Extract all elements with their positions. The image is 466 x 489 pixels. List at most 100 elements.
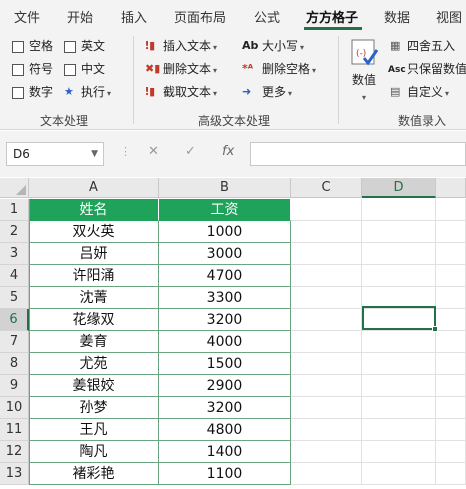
select-all-corner[interactable]	[0, 178, 29, 198]
table-cell[interactable]	[362, 463, 436, 485]
tab-file[interactable]: 文件	[14, 7, 40, 26]
row-header[interactable]: 9	[0, 375, 29, 397]
table-cell[interactable]	[291, 309, 362, 331]
table-cell[interactable]	[436, 397, 466, 419]
round-button[interactable]: 四舍五入	[407, 38, 455, 54]
tab-home[interactable]: 开始	[67, 7, 93, 26]
table-cell[interactable]: 3200	[159, 309, 291, 331]
extract-text-button[interactable]: 截取文本 ▾	[163, 84, 217, 102]
table-cell[interactable]: 4700	[159, 265, 291, 287]
fill-handle[interactable]	[432, 326, 438, 332]
table-cell[interactable]	[291, 221, 362, 243]
table-cell[interactable]	[291, 375, 362, 397]
column-header-c[interactable]: C	[291, 178, 362, 198]
table-cell[interactable]: 沈菁	[29, 287, 159, 309]
table-cell[interactable]	[291, 265, 362, 287]
table-cell[interactable]	[436, 221, 466, 243]
enter-icon[interactable]: ✓	[185, 144, 196, 159]
table-cell[interactable]: 1400	[159, 441, 291, 463]
table-cell[interactable]	[362, 265, 436, 287]
checkbox-space[interactable]	[12, 41, 24, 53]
table-cell[interactable]: 4000	[159, 331, 291, 353]
column-header-b[interactable]: B	[159, 178, 291, 198]
table-cell[interactable]: 3200	[159, 397, 291, 419]
row-header[interactable]: 3	[0, 243, 29, 265]
table-cell[interactable]	[291, 243, 362, 265]
table-cell[interactable]: 陶凡	[29, 441, 159, 463]
run-button[interactable]: 执行 ▾	[81, 84, 111, 102]
row-header[interactable]: 6	[0, 309, 29, 331]
tab-view[interactable]: 视图	[436, 7, 462, 26]
table-cell[interactable]	[436, 199, 466, 221]
table-cell[interactable]	[291, 331, 362, 353]
column-header-a[interactable]: A	[29, 178, 159, 198]
table-cell[interactable]: 姜银姣	[29, 375, 159, 397]
keep-numbers-button[interactable]: 只保留数值	[407, 61, 466, 77]
row-header[interactable]: 8	[0, 353, 29, 375]
more-button[interactable]: 更多 ▾	[262, 84, 292, 102]
table-cell[interactable]	[291, 397, 362, 419]
checkbox-english[interactable]	[64, 41, 76, 53]
table-cell[interactable]	[291, 353, 362, 375]
row-header[interactable]: 5	[0, 287, 29, 309]
table-cell[interactable]	[291, 199, 362, 221]
table-cell[interactable]	[362, 441, 436, 463]
column-header-e[interactable]	[436, 178, 466, 198]
table-cell[interactable]	[362, 375, 436, 397]
table-cell[interactable]	[362, 199, 436, 221]
insert-text-button[interactable]: 插入文本 ▾	[163, 38, 217, 56]
table-cell[interactable]	[291, 441, 362, 463]
table-cell[interactable]	[436, 243, 466, 265]
drag-handle-icon[interactable]: ⋮	[120, 145, 131, 158]
tab-formulas[interactable]: 公式	[254, 7, 280, 26]
row-header[interactable]: 10	[0, 397, 29, 419]
table-cell[interactable]: 姜育	[29, 331, 159, 353]
table-cell[interactable]	[436, 463, 466, 485]
delete-text-button[interactable]: 删除文本 ▾	[163, 61, 217, 79]
table-header-cell[interactable]: 姓名	[29, 199, 159, 221]
active-cell-d6[interactable]	[362, 306, 436, 330]
table-cell[interactable]: 1500	[159, 353, 291, 375]
table-cell[interactable]	[436, 441, 466, 463]
table-cell[interactable]: 花缘双	[29, 309, 159, 331]
numeric-dropdown-icon[interactable]: ▾	[360, 88, 366, 106]
case-button[interactable]: 大小写 ▾	[262, 38, 304, 56]
insert-function-icon[interactable]: fx	[222, 144, 234, 159]
checkbox-number[interactable]	[12, 87, 24, 99]
table-cell[interactable]: 4800	[159, 419, 291, 441]
name-box[interactable]: D6 ▼	[6, 142, 104, 166]
table-cell[interactable]: 许阳涌	[29, 265, 159, 287]
tab-insert[interactable]: 插入	[121, 7, 147, 26]
table-cell[interactable]	[436, 265, 466, 287]
table-cell[interactable]: 1100	[159, 463, 291, 485]
table-cell[interactable]: 3000	[159, 243, 291, 265]
formula-input[interactable]	[250, 142, 466, 166]
delete-spaces-button[interactable]: 删除空格 ▾	[262, 61, 316, 79]
table-cell[interactable]	[362, 397, 436, 419]
table-cell[interactable]	[291, 287, 362, 309]
table-cell[interactable]	[362, 221, 436, 243]
table-cell[interactable]: 王凡	[29, 419, 159, 441]
checkbox-symbol[interactable]	[12, 64, 24, 76]
table-cell[interactable]: 2900	[159, 375, 291, 397]
chevron-down-icon[interactable]: ▼	[91, 149, 98, 159]
table-cell[interactable]	[436, 287, 466, 309]
table-cell[interactable]	[362, 419, 436, 441]
tab-fangfang[interactable]: 方方格子	[306, 7, 358, 26]
table-cell[interactable]: 尤苑	[29, 353, 159, 375]
numeric-button[interactable]: 数值	[352, 72, 376, 88]
custom-button[interactable]: 自定义 ▾	[407, 84, 449, 102]
row-header[interactable]: 11	[0, 419, 29, 441]
table-cell[interactable]: 1000	[159, 221, 291, 243]
table-cell[interactable]	[436, 419, 466, 441]
table-cell[interactable]	[291, 463, 362, 485]
table-cell[interactable]	[362, 353, 436, 375]
table-cell[interactable]: 褚彩艳	[29, 463, 159, 485]
table-cell[interactable]	[362, 243, 436, 265]
table-cell[interactable]	[436, 353, 466, 375]
row-header[interactable]: 1	[0, 199, 29, 221]
table-cell[interactable]: 双火英	[29, 221, 159, 243]
table-cell[interactable]	[362, 331, 436, 353]
tab-data[interactable]: 数据	[384, 7, 410, 26]
cancel-icon[interactable]: ✕	[148, 144, 159, 159]
